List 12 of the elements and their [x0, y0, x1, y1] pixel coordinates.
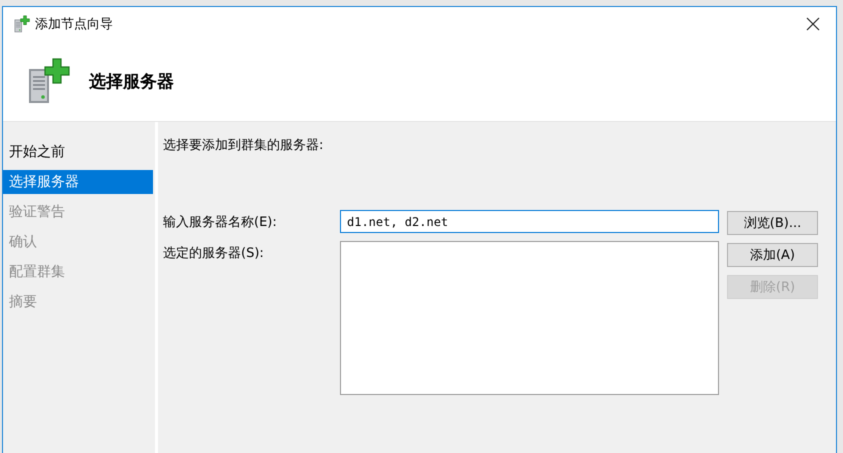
server-add-icon	[13, 15, 31, 33]
close-icon	[806, 17, 820, 31]
sidebar-item[interactable]: 选择服务器	[3, 170, 153, 194]
sidebar-item[interactable]: 开始之前	[3, 140, 153, 164]
page-title: 选择服务器	[89, 70, 174, 92]
window-title: 添加节点向导	[35, 16, 113, 33]
instruction-text: 选择要添加到群集的服务器:	[163, 137, 324, 155]
dialog-button[interactable]: 浏览(B)...	[727, 211, 818, 235]
server-name-field[interactable]: d1.net, d2.net	[340, 210, 719, 233]
field-label: 输入服务器名称(E):	[163, 214, 278, 232]
field-label: 选定的服务器(S):	[163, 245, 265, 263]
dialog-button[interactable]: 添加(A)	[727, 243, 818, 267]
